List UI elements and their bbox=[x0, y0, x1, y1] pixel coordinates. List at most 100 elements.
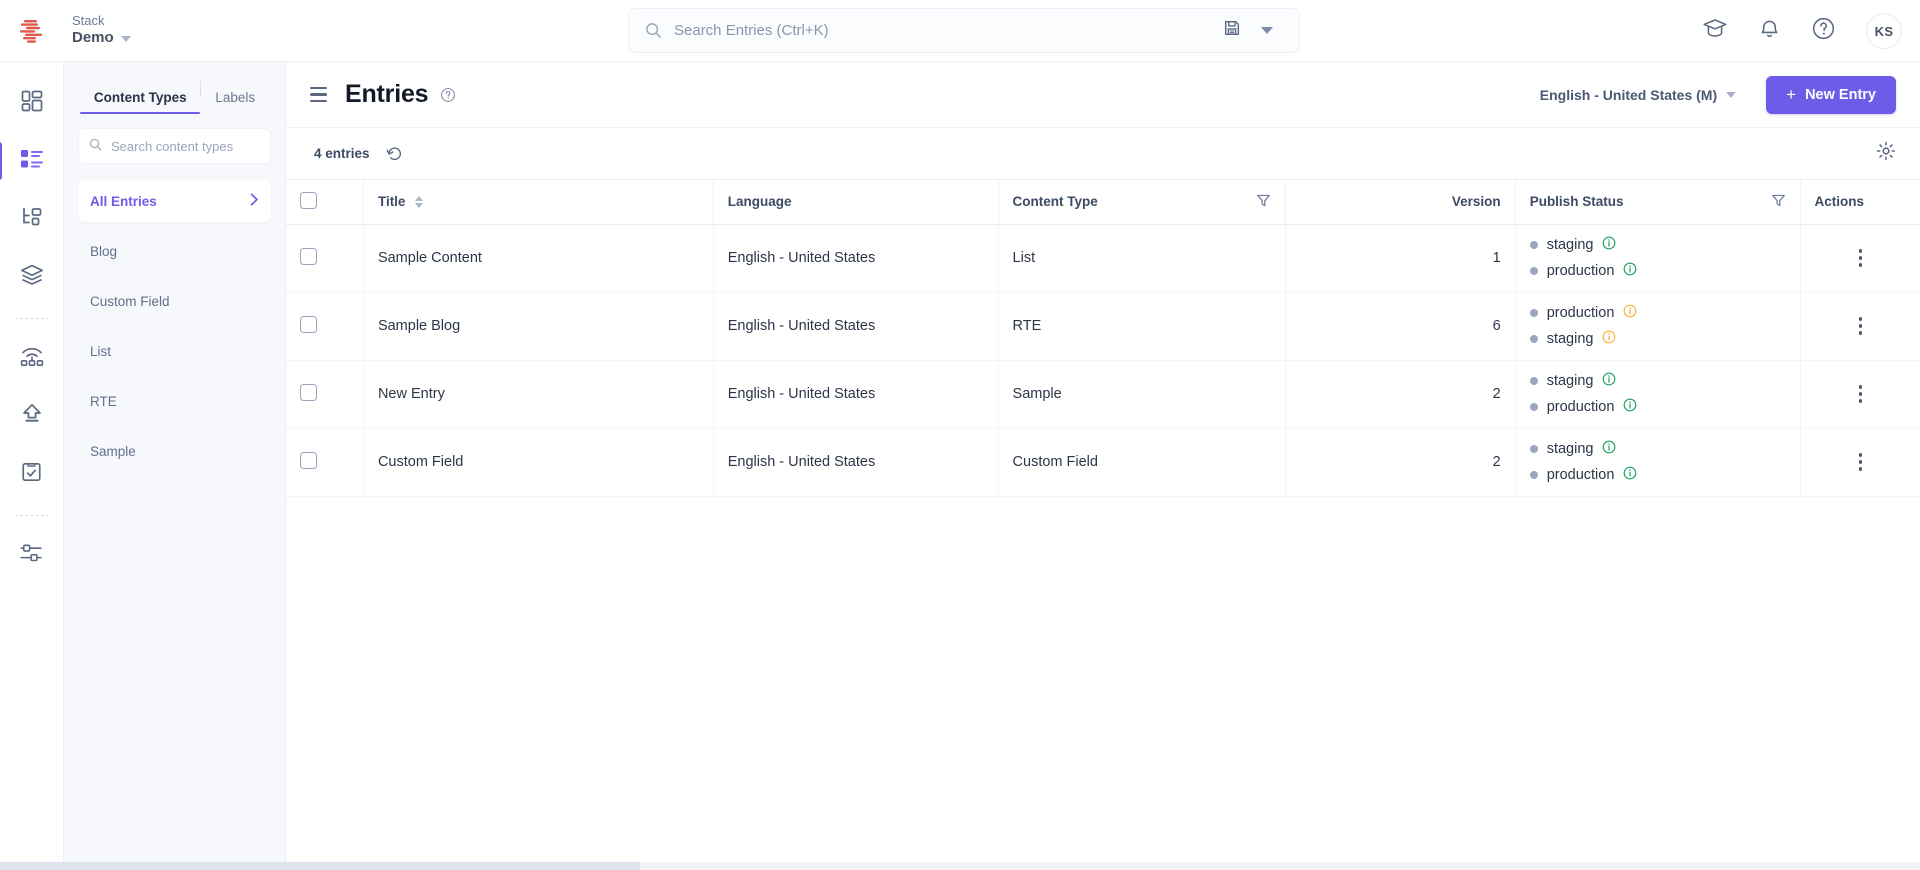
row-checkbox[interactable] bbox=[300, 383, 317, 401]
table-settings-button[interactable] bbox=[1876, 141, 1896, 166]
sidebar-item-entries[interactable] bbox=[0, 138, 55, 184]
tab-labels[interactable]: Labels bbox=[201, 90, 269, 114]
content-type-item-custom-field[interactable]: Custom Field bbox=[78, 280, 271, 322]
filter-icon[interactable] bbox=[1771, 193, 1786, 211]
column-header-title[interactable]: Title bbox=[363, 180, 714, 225]
row-title[interactable]: New Entry bbox=[363, 360, 714, 429]
row-title[interactable]: Sample Blog bbox=[363, 292, 714, 361]
language-selector-label: English - United States (M) bbox=[1539, 86, 1718, 103]
search-input[interactable]: Search Entries (Ctrl+K) bbox=[674, 22, 1223, 39]
status-dot-icon bbox=[1529, 377, 1538, 385]
page-header-actions: English - United States (M) + New Entry bbox=[1539, 75, 1896, 114]
info-icon[interactable] bbox=[1602, 236, 1616, 254]
row-title[interactable]: Custom Field bbox=[363, 428, 714, 497]
info-icon[interactable] bbox=[1602, 372, 1616, 390]
upload-arrow-icon bbox=[20, 402, 44, 431]
content-type-item-blog[interactable]: Blog bbox=[78, 230, 271, 272]
publish-status-entry: staging bbox=[1529, 372, 1786, 390]
sidebar-item-live-preview[interactable] bbox=[9, 335, 55, 381]
row-checkbox[interactable] bbox=[300, 451, 317, 469]
content-type-item-sample[interactable]: Sample bbox=[78, 430, 271, 472]
column-header-version: Version bbox=[1285, 180, 1516, 225]
search-icon bbox=[89, 138, 102, 154]
row-content-type: Sample bbox=[998, 360, 1286, 429]
content-type-label: All Entries bbox=[90, 193, 157, 209]
sidebar-item-workflows[interactable] bbox=[9, 451, 55, 497]
layers-stack-icon bbox=[19, 263, 45, 292]
content-type-item-rte[interactable]: RTE bbox=[78, 380, 271, 422]
help-question-icon[interactable] bbox=[1811, 16, 1836, 46]
contentstack-logo-icon[interactable] bbox=[0, 0, 64, 62]
row-actions[interactable] bbox=[1800, 428, 1920, 497]
language-selector[interactable]: English - United States (M) bbox=[1539, 86, 1737, 103]
environment-name: production bbox=[1546, 263, 1615, 279]
row-title[interactable]: Sample Content bbox=[363, 224, 714, 293]
info-icon[interactable] bbox=[1623, 262, 1637, 280]
avatar[interactable]: KS bbox=[1866, 13, 1902, 49]
content-type-item-all-entries[interactable]: All Entries bbox=[78, 180, 271, 222]
table-row[interactable]: New Entry English - United States Sample… bbox=[286, 360, 1920, 429]
plus-icon: + bbox=[1786, 85, 1797, 104]
new-entry-button[interactable]: + New Entry bbox=[1766, 75, 1896, 114]
sidebar-item-settings[interactable] bbox=[9, 532, 55, 578]
content-type-item-list[interactable]: List bbox=[78, 330, 271, 372]
chevron-down-icon bbox=[1726, 91, 1737, 98]
stack-selector[interactable]: Stack Demo bbox=[64, 13, 131, 48]
hamburger-menu-icon[interactable] bbox=[310, 87, 327, 102]
publish-status-entry: staging bbox=[1529, 330, 1786, 348]
row-publish-status: staging production bbox=[1515, 428, 1801, 497]
row-actions[interactable] bbox=[1800, 292, 1920, 361]
sidebar-item-assets[interactable] bbox=[9, 254, 55, 300]
row-checkbox[interactable] bbox=[300, 315, 317, 333]
info-icon[interactable] bbox=[1623, 304, 1637, 322]
row-actions[interactable] bbox=[1800, 224, 1920, 293]
row-checkbox-cell bbox=[286, 292, 364, 361]
table-row[interactable]: Custom Field English - United States Cus… bbox=[286, 428, 1920, 497]
row-language: English - United States bbox=[713, 292, 999, 361]
help-question-icon[interactable] bbox=[440, 87, 456, 103]
content-type-search-input[interactable]: Search content types bbox=[111, 139, 233, 154]
horizontal-scrollbar[interactable] bbox=[0, 862, 1920, 870]
entries-table-body: Sample Content English - United States L… bbox=[286, 224, 1920, 497]
info-icon[interactable] bbox=[1602, 330, 1616, 348]
rail-divider bbox=[14, 515, 49, 516]
info-icon[interactable] bbox=[1602, 440, 1616, 458]
scrollbar-thumb[interactable] bbox=[0, 862, 640, 870]
info-icon[interactable] bbox=[1623, 466, 1637, 484]
filter-icon[interactable] bbox=[1256, 193, 1271, 211]
sidebar-item-releases[interactable] bbox=[9, 393, 55, 439]
row-actions[interactable] bbox=[1800, 360, 1920, 429]
more-vertical-icon[interactable] bbox=[1815, 249, 1907, 267]
entries-count: 4 entries bbox=[314, 146, 370, 161]
table-row[interactable]: Sample Blog English - United States RTE … bbox=[286, 292, 1920, 361]
refresh-undo-icon[interactable] bbox=[385, 146, 403, 162]
row-checkbox[interactable] bbox=[300, 247, 317, 265]
row-content-type: Custom Field bbox=[998, 428, 1286, 497]
select-all-checkbox[interactable] bbox=[300, 191, 317, 209]
clipboard-check-icon bbox=[20, 460, 43, 489]
info-icon[interactable] bbox=[1623, 398, 1637, 416]
dashboard-grid-icon bbox=[20, 89, 44, 118]
notifications-bell-icon[interactable] bbox=[1758, 17, 1781, 46]
status-dot-icon bbox=[1529, 335, 1538, 343]
top-bar: Stack Demo Search Entries (Ctrl+K) KS bbox=[0, 0, 1920, 62]
table-row[interactable]: Sample Content English - United States L… bbox=[286, 224, 1920, 293]
content-type-search[interactable]: Search content types bbox=[78, 128, 271, 164]
global-search[interactable]: Search Entries (Ctrl+K) bbox=[628, 8, 1300, 53]
broadcast-wifi-icon bbox=[19, 345, 45, 372]
column-header-content-type: Content Type bbox=[998, 180, 1286, 225]
more-vertical-icon[interactable] bbox=[1815, 453, 1907, 471]
publish-status-entry: production bbox=[1529, 262, 1786, 280]
more-vertical-icon[interactable] bbox=[1815, 385, 1907, 403]
sort-arrows-icon[interactable] bbox=[415, 195, 424, 208]
academy-graduation-cap-icon[interactable] bbox=[1702, 17, 1728, 46]
chevron-down-icon[interactable] bbox=[1261, 27, 1273, 34]
sidebar-item-dashboard[interactable] bbox=[9, 80, 55, 126]
sidebar-item-content-types[interactable] bbox=[9, 196, 55, 242]
row-language: English - United States bbox=[713, 224, 999, 293]
search-icon bbox=[645, 22, 662, 39]
tab-content-types[interactable]: Content Types bbox=[80, 90, 201, 114]
more-vertical-icon[interactable] bbox=[1815, 317, 1907, 335]
column-label: Publish Status bbox=[1529, 194, 1624, 210]
save-floppy-icon[interactable] bbox=[1223, 19, 1241, 42]
